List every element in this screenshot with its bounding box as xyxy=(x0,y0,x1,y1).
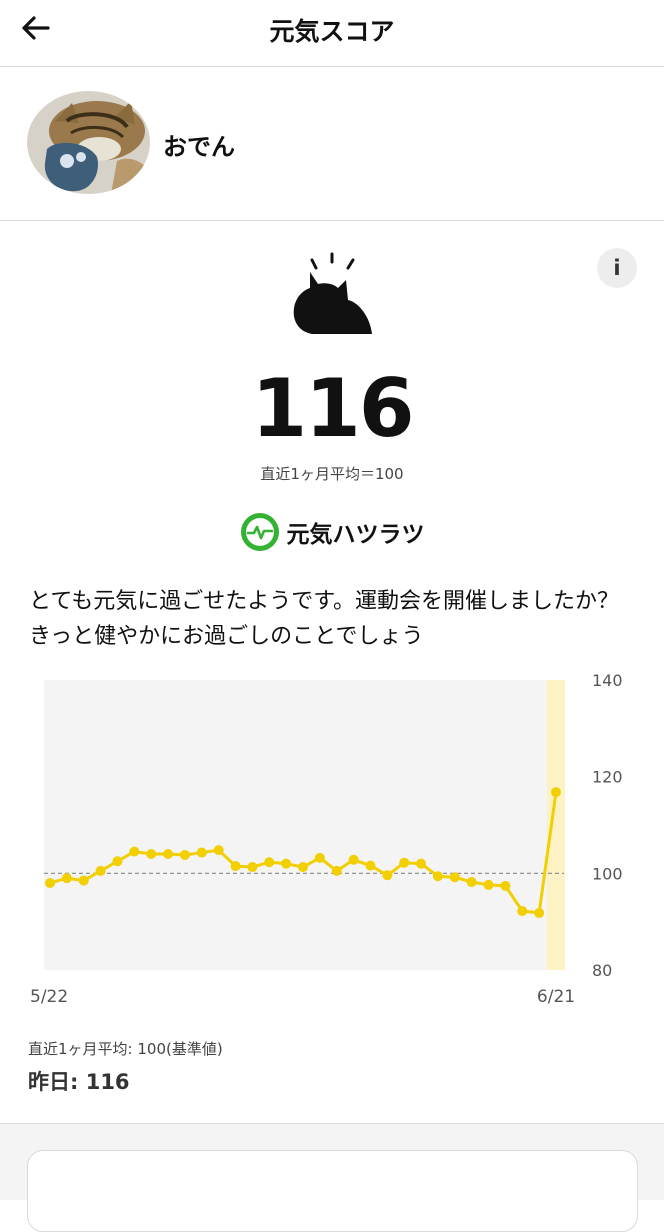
data-point xyxy=(432,871,443,882)
data-point xyxy=(517,906,528,917)
data-point xyxy=(281,858,292,869)
data-point xyxy=(95,865,106,876)
heartbeat-icon xyxy=(240,513,279,551)
footer-average-text: 直近1ヶ月平均: 100(基準値) xyxy=(28,1040,223,1058)
data-point xyxy=(179,849,190,860)
status-row: 元気ハツラツ xyxy=(0,512,664,552)
y-tick-label: 140 xyxy=(592,671,623,690)
data-point xyxy=(399,857,410,868)
data-point xyxy=(466,877,477,888)
data-point xyxy=(382,870,393,881)
data-point xyxy=(298,862,308,873)
cat-mood-icon xyxy=(293,252,372,334)
data-point xyxy=(78,875,89,886)
data-point xyxy=(230,861,241,872)
yesterday-score: 昨日: 116 xyxy=(28,1070,130,1094)
data-point xyxy=(500,880,511,891)
status-label: 元気ハツラツ xyxy=(286,522,425,548)
pet-name: おでん xyxy=(163,133,235,161)
x-start-label: 5/22 xyxy=(30,987,68,1007)
data-point xyxy=(213,845,224,856)
data-point xyxy=(365,860,376,871)
data-point xyxy=(247,862,258,873)
data-point xyxy=(314,852,325,863)
y-tick-label: 100 xyxy=(592,864,623,883)
pet-avatar xyxy=(27,91,150,194)
score-message: とても元気に過ごせたようです。運動会を開催しましたか？ きっと健やかにお過ごしの… xyxy=(29,589,620,649)
data-point xyxy=(45,878,55,888)
data-point xyxy=(416,858,427,869)
data-point xyxy=(129,846,140,857)
data-point xyxy=(534,907,545,918)
chart-plot-area xyxy=(44,680,564,970)
data-point xyxy=(61,873,72,884)
data-point xyxy=(331,865,342,876)
pet-profile: おでん xyxy=(0,67,664,221)
app-header: 元気スコア xyxy=(0,0,664,67)
info-button[interactable]: i xyxy=(597,248,637,288)
score-chart: 80 100 120 140 5/22 6/21 xyxy=(30,671,623,1007)
data-point xyxy=(551,787,561,798)
data-point xyxy=(112,856,123,867)
data-point xyxy=(348,854,359,865)
data-point xyxy=(196,847,207,858)
latest-day-highlight xyxy=(547,680,565,970)
score-average-text: 直近1ヶ月平均＝100 xyxy=(260,465,404,483)
data-point xyxy=(264,857,275,868)
x-end-label: 6/21 xyxy=(537,987,575,1007)
y-tick-label: 80 xyxy=(592,961,612,980)
data-point xyxy=(449,872,460,883)
score-value: 116 xyxy=(251,362,415,455)
page-title: 元気スコア xyxy=(269,17,395,46)
data-point xyxy=(483,879,494,890)
cat-photo-image xyxy=(27,91,150,194)
data-point xyxy=(146,849,157,859)
next-section-card[interactable] xyxy=(27,1150,638,1232)
data-point xyxy=(163,849,174,859)
y-tick-label: 120 xyxy=(592,768,623,787)
